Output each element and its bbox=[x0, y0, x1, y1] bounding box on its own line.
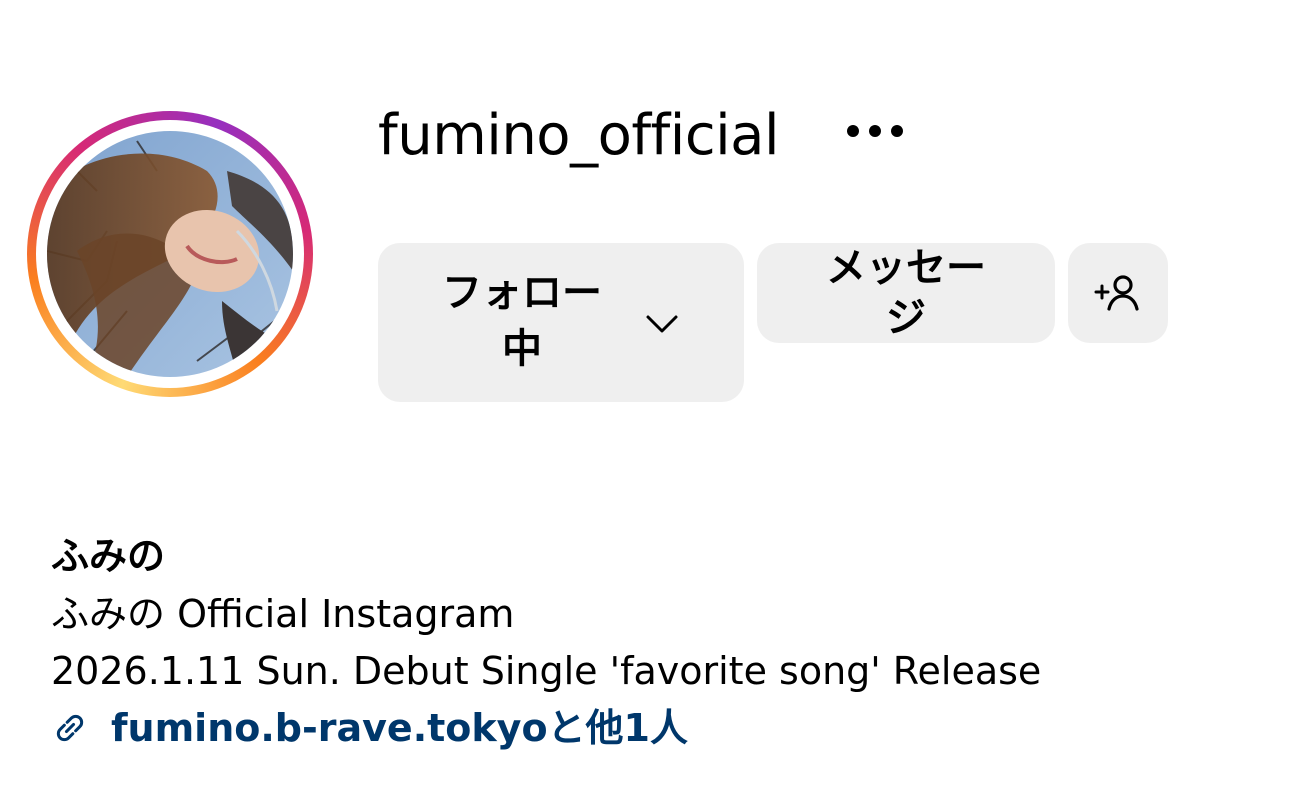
more-options-icon bbox=[847, 125, 903, 137]
profile-link[interactable]: fumino.b-rave.tokyoと他1人 bbox=[51, 700, 688, 756]
chevron-down-icon bbox=[644, 301, 680, 337]
avatar-photo bbox=[47, 131, 293, 377]
following-button[interactable]: フォロー 中 bbox=[378, 243, 744, 402]
suggested-users-button[interactable] bbox=[1068, 243, 1168, 343]
profile-link-text[interactable]: fumino.b-rave.tokyoと他1人 bbox=[111, 700, 688, 756]
add-user-icon bbox=[1094, 275, 1139, 311]
link-icon bbox=[51, 709, 89, 747]
bio-line: 2026.1.11 Sun. Debut Single 'favorite so… bbox=[51, 649, 1042, 693]
message-button-label: メッセー ジ bbox=[826, 245, 986, 341]
bio-line: ふみの Official Instagram bbox=[51, 592, 515, 636]
profile-display-name: ふみの bbox=[51, 534, 166, 578]
more-options-button[interactable] bbox=[830, 106, 920, 156]
message-button[interactable]: メッセー ジ bbox=[757, 243, 1055, 343]
following-button-label: フォロー 中 bbox=[442, 270, 602, 372]
avatar[interactable] bbox=[47, 131, 293, 377]
profile-username: fumino_official bbox=[378, 103, 780, 168]
avatar-story-ring[interactable] bbox=[27, 111, 313, 397]
